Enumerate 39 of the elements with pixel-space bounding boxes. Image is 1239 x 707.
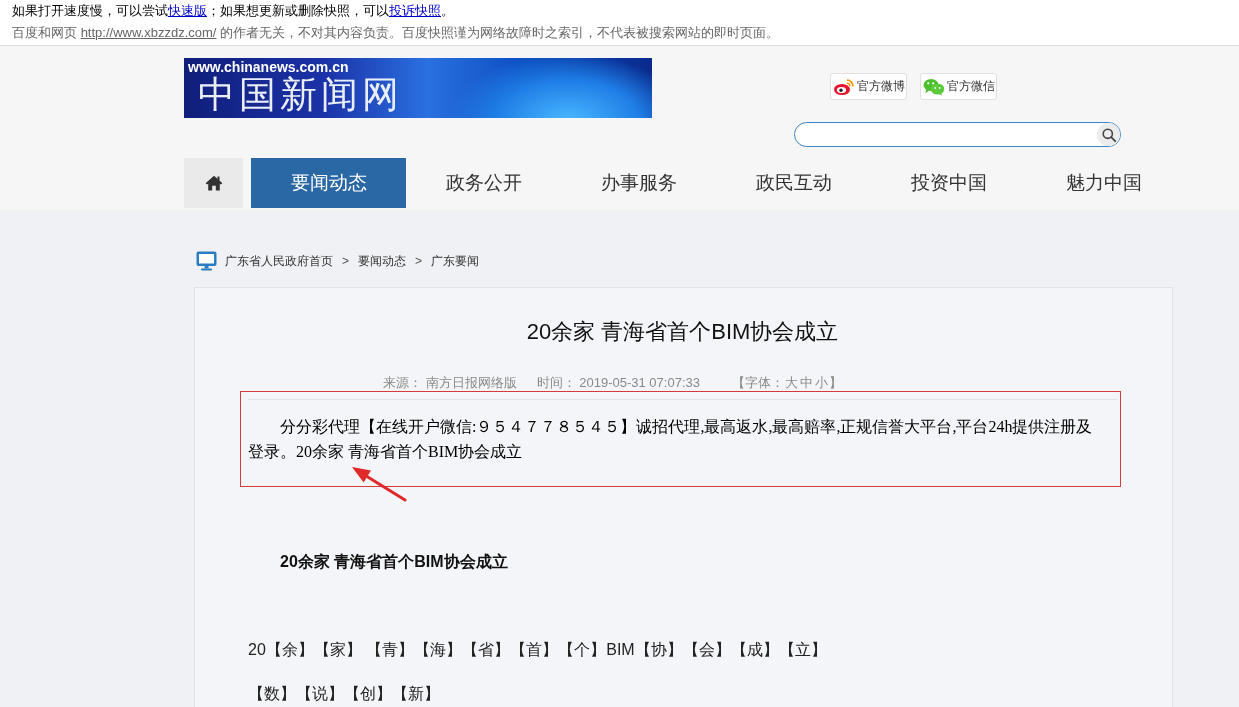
- weibo-logo-icon: [832, 77, 855, 96]
- search-button[interactable]: [1097, 123, 1120, 146]
- publish-time: 时间： 2019-05-31 07:07:33: [536, 375, 700, 391]
- font-size-label: 【字体：: [731, 375, 784, 390]
- notice-link[interactable]: 投诉快照: [389, 3, 441, 18]
- annotation-arrow-icon: [351, 466, 407, 502]
- search-field[interactable]: [794, 122, 1121, 147]
- notice-link[interactable]: http://www.xbzzdz.com/: [80, 25, 217, 40]
- logo-banner[interactable]: www.chinanews.com.cn 中国新闻网: [184, 58, 652, 118]
- social-button[interactable]: 官方微信: [920, 73, 997, 100]
- article-title: 20余家 青海省首个BIM协会成立: [526, 318, 839, 346]
- breadcrumb-link[interactable]: 广东要闻: [431, 252, 480, 270]
- notice-text: 百度和网页 http://www.xbzzdz.com/ 的作者无关，不对其内容负责。百度快照谨为网络故障时之索引，不代表被搜索网站的即时页面。: [12, 24, 780, 42]
- logo-domain: www.chinanews.com.cn: [188, 60, 349, 74]
- chat-bubbles-icon: [922, 77, 945, 96]
- bracket-text: 】: [828, 375, 842, 390]
- nav-tab[interactable]: 政民互动: [716, 158, 871, 208]
- notice-text: 如果打开速度慢，可以尝试快速版；如果想更新或删除快照，可以投诉快照。: [12, 2, 454, 20]
- breadcrumb-separator: >: [415, 254, 423, 268]
- notice-link[interactable]: 快速版: [168, 3, 207, 18]
- home-button[interactable]: [184, 158, 243, 208]
- search-icon: [1101, 127, 1116, 142]
- social-button[interactable]: 官方微博: [830, 73, 907, 100]
- breadcrumb-separator: >: [342, 254, 349, 268]
- logo-title: 中国新闻网: [198, 74, 403, 116]
- breadcrumb-link[interactable]: 广东省人民政府首页: [225, 252, 333, 270]
- breadcrumb-link[interactable]: 要闻动态: [358, 252, 406, 270]
- nav-tab[interactable]: 办事服务: [561, 158, 716, 208]
- house-icon: [204, 175, 223, 191]
- article-paragraph: 分分彩代理【在线开户微信:９５４７７８５４５】诚招代理,最高返水,最高赔率,正规信誉大平台,平台24h提供注册及登录。20余家 青海省首个BIM协会成立: [248, 417, 1094, 462]
- nav-tab[interactable]: 政务公开: [406, 158, 561, 208]
- nav-tab[interactable]: 投资中国: [871, 158, 1026, 208]
- source-text: 来源： 南方日报网络版: [383, 375, 517, 391]
- nav-tab[interactable]: 要闻动态: [251, 158, 406, 208]
- keyword-tags: 20【余】【家】 【青】【海】【省】【首】【个】BIM【协】【会】【成】【立】: [248, 638, 827, 662]
- nav-tab[interactable]: 魅力中国: [1026, 158, 1181, 208]
- monitor-icon: [196, 251, 217, 271]
- article-subheading: 20余家 青海省首个BIM协会成立: [279, 552, 509, 572]
- keyword-tags: 【数】【说】【创】【新】: [248, 682, 440, 706]
